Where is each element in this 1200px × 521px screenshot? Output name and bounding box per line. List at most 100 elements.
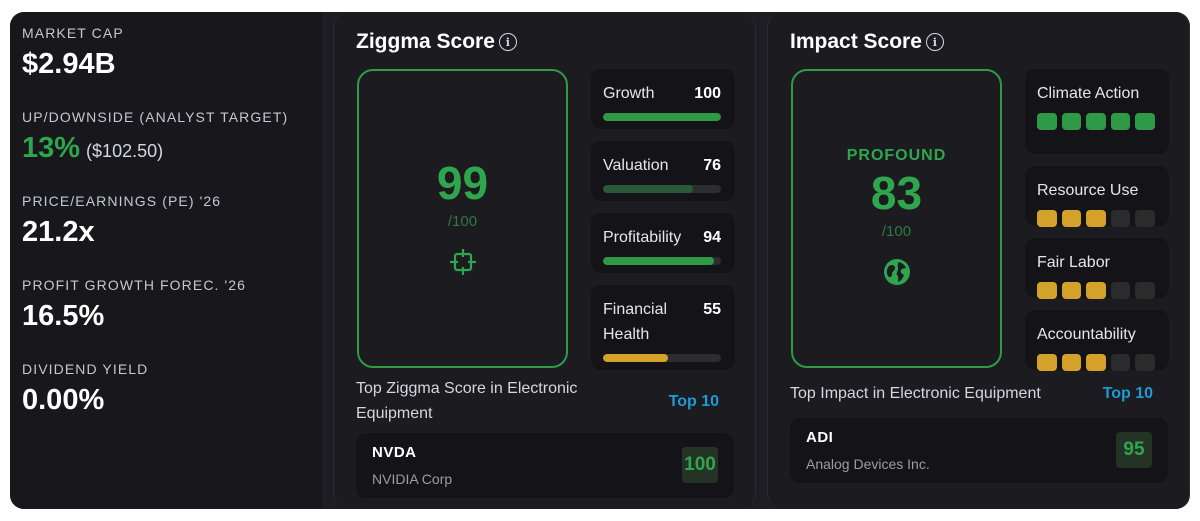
stock-overview: MARKET CAP $2.94B UP/DOWNSIDE (ANALYST T… — [10, 12, 1190, 509]
score-value: 99 — [436, 156, 489, 209]
ziggma-score-panel: Ziggma Score i 99 /100 Growth 100 Valuat… — [333, 12, 756, 509]
score-denominator: /100 — [447, 212, 478, 230]
component-name: Financial Health — [603, 301, 668, 343]
component-bar-fill — [603, 113, 721, 121]
component-bar — [603, 185, 721, 193]
component-value: 55 — [703, 301, 721, 318]
level-dot-filled — [1037, 210, 1057, 227]
ziggma-title: Ziggma Score — [356, 30, 495, 53]
company-score: 95 — [1116, 432, 1152, 468]
analyst-target-price: ($102.50) — [86, 141, 164, 161]
level-dot-empty — [1110, 354, 1131, 371]
top-10-badge[interactable]: Top 10 — [1103, 381, 1153, 406]
stat-label: PROFIT GROWTH FOREC. '26 — [22, 277, 247, 293]
level-dot-filled — [1061, 113, 1082, 130]
impact-tag: PROFOUND — [846, 146, 947, 164]
level-indicator — [1037, 282, 1155, 299]
score-denominator: /100 — [881, 222, 912, 240]
company-ticker: NVDA — [372, 444, 417, 461]
level-dot-empty — [1110, 282, 1131, 299]
level-dot-filled — [1061, 210, 1082, 227]
component-name: Resource Use — [1037, 182, 1139, 199]
target-crosshair-icon — [449, 248, 477, 281]
ziggma-components: Growth 100 Valuation 76 Profitability 94 — [591, 69, 735, 382]
top-ziggma-row: Top Ziggma Score in Electronic Equipment… — [356, 376, 719, 426]
stat-value: 0.00% — [22, 384, 105, 416]
component-value: 100 — [694, 85, 721, 102]
component-name: Profitability — [603, 229, 682, 246]
level-dot-empty — [1135, 354, 1155, 371]
level-indicator — [1037, 210, 1155, 227]
component-fair-labor[interactable]: Fair Labor — [1025, 238, 1169, 299]
component-value: 76 — [703, 157, 721, 174]
component-name: Accountability — [1037, 326, 1136, 343]
top-company-card[interactable]: NVDA NVIDIA Corp 100 — [356, 433, 734, 498]
impact-overall-score: PROFOUND 83 /100 — [791, 69, 1002, 368]
component-value: 94 — [703, 229, 721, 246]
stat-label: PRICE/EARNINGS (PE) '26 — [22, 193, 222, 209]
stat-label: MARKET CAP — [22, 25, 124, 41]
panel-title: Ziggma Score i — [356, 30, 517, 54]
stat-label: DIVIDEND YIELD — [22, 361, 149, 377]
stat-updownside: UP/DOWNSIDE (ANALYST TARGET) 13% ($102.50… — [22, 108, 322, 174]
key-stats-column: MARKET CAP $2.94B UP/DOWNSIDE (ANALYST T… — [10, 12, 322, 509]
globe-icon — [883, 258, 911, 291]
top-10-badge[interactable]: Top 10 — [669, 389, 719, 414]
component-bar — [603, 257, 721, 265]
component-name: Growth — [603, 85, 655, 102]
upside-percent: 13% — [22, 132, 81, 164]
component-bar-fill — [603, 185, 693, 193]
stat-label: UP/DOWNSIDE (ANALYST TARGET) — [22, 109, 289, 125]
component-accountability[interactable]: Accountability — [1025, 310, 1169, 371]
component-climate-action[interactable]: Climate Action — [1025, 69, 1169, 154]
component-name: Climate Action — [1037, 85, 1140, 102]
level-dot-filled — [1110, 113, 1131, 130]
impact-title: Impact Score — [790, 30, 922, 53]
component-financial-health[interactable]: Financial Health 55 — [591, 285, 735, 370]
level-dot-empty — [1110, 210, 1131, 227]
impact-components: Climate Action Resource Use Fair Labor A… — [1025, 69, 1169, 382]
level-dot-filled — [1061, 354, 1082, 371]
level-dot-filled — [1037, 354, 1057, 371]
component-name: Valuation — [603, 157, 669, 174]
stat-value: 21.2x — [22, 216, 95, 248]
component-bar — [603, 354, 721, 362]
stat-value: 16.5% — [22, 300, 105, 332]
component-growth[interactable]: Growth 100 — [591, 69, 735, 129]
company-score: 100 — [682, 447, 718, 483]
stat-value: $2.94B — [22, 48, 116, 80]
company-ticker: ADI — [806, 429, 834, 446]
company-name: Analog Devices Inc. — [806, 456, 930, 472]
stat-value: 13% ($102.50) — [22, 126, 322, 174]
impact-score-panel: Impact Score i PROFOUND 83 /100 Climate … — [767, 12, 1190, 509]
level-dot-filled — [1037, 113, 1057, 130]
level-dot-empty — [1135, 210, 1155, 227]
panel-title: Impact Score i — [790, 30, 944, 54]
level-dot-filled — [1135, 113, 1155, 130]
component-profitability[interactable]: Profitability 94 — [591, 213, 735, 273]
company-name: NVIDIA Corp — [372, 471, 453, 487]
level-dot-filled — [1037, 282, 1057, 299]
stat-profit-growth: PROFIT GROWTH FOREC. '26 16.5% — [22, 276, 322, 342]
top-impact-text: Top Impact in Electronic Equipment — [790, 385, 1041, 402]
level-dot-filled — [1086, 113, 1106, 130]
info-icon[interactable]: i — [498, 33, 517, 51]
component-valuation[interactable]: Valuation 76 — [591, 141, 735, 201]
level-dot-filled — [1086, 282, 1106, 299]
level-dot-empty — [1135, 282, 1155, 299]
top-impact-row: Top Impact in Electronic Equipment Top 1… — [790, 381, 1153, 406]
ziggma-overall-score: 99 /100 — [357, 69, 568, 368]
level-dot-filled — [1061, 282, 1082, 299]
component-resource-use[interactable]: Resource Use — [1025, 166, 1169, 227]
component-bar-fill — [603, 257, 714, 265]
component-name: Fair Labor — [1037, 254, 1110, 271]
stat-pe: PRICE/EARNINGS (PE) '26 21.2x — [22, 192, 322, 258]
top-company-card[interactable]: ADI Analog Devices Inc. 95 — [790, 418, 1168, 483]
component-bar — [603, 113, 721, 121]
level-dot-filled — [1086, 354, 1106, 371]
level-indicator — [1037, 354, 1155, 371]
score-value: 83 — [870, 166, 923, 219]
info-icon[interactable]: i — [925, 33, 944, 51]
stat-market-cap: MARKET CAP $2.94B — [22, 24, 322, 90]
level-dot-filled — [1086, 210, 1106, 227]
